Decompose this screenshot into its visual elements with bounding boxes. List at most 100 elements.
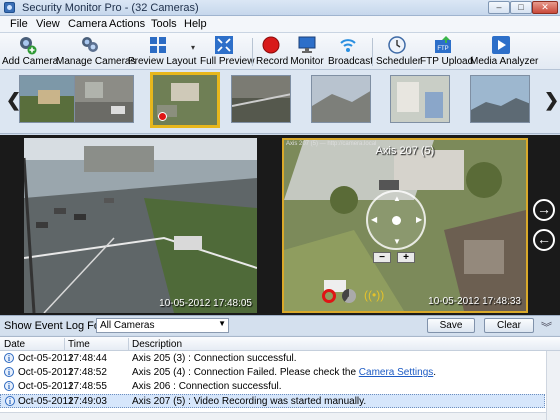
maximize-button[interactable]: □ bbox=[510, 1, 532, 14]
column-header-description[interactable]: Description bbox=[132, 339, 182, 350]
menu-file[interactable]: File bbox=[7, 18, 31, 30]
row-time: 17:48:44 bbox=[68, 353, 107, 364]
record-label: Record bbox=[256, 56, 289, 67]
thumbnail-image bbox=[312, 76, 370, 122]
row-description-text: Axis 205 (4) : Connection Failed. Please… bbox=[132, 367, 359, 378]
camera-thumbnail[interactable] bbox=[470, 75, 530, 123]
row-description: Axis 207 (5) : Video Recording was start… bbox=[132, 396, 367, 407]
thumbnails-next-icon[interactable]: ❯ bbox=[544, 90, 559, 110]
save-log-button[interactable]: Save bbox=[427, 318, 475, 333]
row-date: Oct-05-2012 bbox=[18, 353, 74, 364]
next-camera-icon[interactable]: → bbox=[533, 199, 555, 221]
broadcast-status-icon[interactable]: ((•)) bbox=[364, 288, 384, 304]
camera-view-right-active[interactable]: Axis 207 (5) — http://camera.local Axis … bbox=[282, 138, 528, 313]
menu-camera[interactable]: Camera bbox=[65, 18, 110, 30]
menu-tools[interactable]: Tools bbox=[148, 18, 180, 30]
row-description: Axis 205 (4) : Connection Failed. Please… bbox=[132, 367, 436, 378]
collapse-panel-icon[interactable]: ︾ bbox=[541, 319, 552, 335]
row-date: Oct-05-2012 bbox=[18, 381, 74, 392]
scheduler-button[interactable]: Scheduler bbox=[376, 35, 422, 69]
clear-log-button[interactable]: Clear bbox=[484, 318, 534, 333]
monitor-label: Monitor bbox=[290, 56, 324, 67]
record-button[interactable]: Record bbox=[256, 35, 289, 69]
menu-view[interactable]: View bbox=[33, 18, 63, 30]
scheduler-label: Scheduler bbox=[376, 56, 422, 67]
thumbnail-image bbox=[471, 76, 529, 122]
event-log-filter-select[interactable]: All Cameras ▼ bbox=[96, 318, 229, 333]
column-divider[interactable] bbox=[128, 338, 129, 350]
add-camera-button[interactable]: Add Camera bbox=[2, 35, 58, 69]
camera-view-left[interactable]: 10-05-2012 17:48:05 bbox=[24, 138, 257, 313]
camera-feed-image bbox=[24, 138, 257, 313]
media-analyzer-button[interactable]: Media Analyzer bbox=[470, 35, 539, 69]
info-icon: i bbox=[4, 381, 14, 391]
record-icon bbox=[262, 36, 280, 54]
broadcast-button[interactable]: Broadcast bbox=[328, 35, 374, 69]
table-row[interactable]: i Oct-05-2012 17:48:52 Axis 205 (4) : Co… bbox=[0, 366, 545, 380]
toolbar: Add Camera Manage Cameras Preview Layout… bbox=[0, 33, 560, 70]
clock-icon bbox=[388, 36, 406, 54]
camera-thumbnail[interactable] bbox=[231, 75, 291, 123]
preview-layout-label: Preview Layout bbox=[128, 56, 197, 67]
ftp-upload-button[interactable]: FTP FTP Upload bbox=[420, 35, 474, 69]
camera-thumbnail-selected[interactable] bbox=[150, 72, 220, 128]
manage-cameras-button[interactable]: Manage Cameras bbox=[56, 35, 136, 69]
camera-thumbnail[interactable] bbox=[311, 75, 371, 123]
camera-timestamp: 10-05-2012 17:48:05 bbox=[159, 298, 252, 309]
manage-cameras-label: Manage Cameras bbox=[56, 56, 136, 67]
camera-view-area: 10-05-2012 17:48:05 Axis 207 (5) — http:… bbox=[0, 135, 560, 315]
ptz-right-icon[interactable]: ▶ bbox=[416, 215, 422, 224]
fullscreen-icon bbox=[215, 36, 233, 54]
ftp-upload-label: FTP Upload bbox=[420, 56, 474, 67]
menu-help[interactable]: Help bbox=[181, 18, 210, 30]
ptz-center-icon[interactable] bbox=[392, 216, 401, 225]
horizontal-scrollbar[interactable] bbox=[0, 412, 546, 420]
vertical-scrollbar[interactable] bbox=[546, 351, 560, 420]
camera-thumbnail[interactable] bbox=[74, 75, 134, 123]
table-row[interactable]: i Oct-05-2012 17:48:55 Axis 206 : Connec… bbox=[0, 380, 545, 394]
media-analyzer-label: Media Analyzer bbox=[470, 56, 539, 67]
column-header-time[interactable]: Time bbox=[68, 339, 90, 350]
broadcast-icon bbox=[340, 39, 356, 52]
play-icon bbox=[492, 36, 510, 54]
row-description: Axis 205 (3) : Connection successful. bbox=[132, 353, 297, 364]
ftp-icon: FTP bbox=[435, 36, 451, 53]
camera-thumbnail[interactable] bbox=[390, 75, 450, 123]
table-row-selected[interactable]: i Oct-05-2012 17:49:03 Axis 207 (5) : Vi… bbox=[0, 394, 545, 408]
window-title: Security Monitor Pro - (32 Cameras) bbox=[22, 2, 199, 14]
ptz-down-icon[interactable]: ▼ bbox=[393, 237, 401, 246]
previous-camera-icon[interactable]: ← bbox=[533, 229, 555, 251]
row-time: 17:48:52 bbox=[68, 367, 107, 378]
menu-actions[interactable]: Actions bbox=[106, 18, 148, 30]
ptz-up-icon[interactable]: ▲ bbox=[393, 194, 401, 203]
chevron-down-icon: ▼ bbox=[218, 319, 226, 328]
column-header-date[interactable]: Date bbox=[4, 339, 25, 350]
preview-layout-dropdown-icon[interactable]: ▾ bbox=[191, 43, 195, 52]
camera-settings-link[interactable]: Camera Settings bbox=[359, 367, 433, 378]
toolbar-separator bbox=[252, 38, 253, 66]
layout-grid-icon bbox=[150, 37, 166, 53]
toolbar-separator bbox=[372, 38, 373, 66]
camera-timestamp: 10-05-2012 17:48:33 bbox=[428, 296, 521, 307]
full-preview-button[interactable]: Full Preview bbox=[200, 35, 254, 69]
row-time: 17:49:03 bbox=[68, 396, 107, 407]
record-toggle-icon[interactable] bbox=[322, 289, 336, 303]
zoom-out-button[interactable]: − bbox=[373, 252, 391, 263]
camera-thumbnail[interactable] bbox=[19, 75, 79, 123]
table-row[interactable]: i Oct-05-2012 17:48:44 Axis 205 (3) : Co… bbox=[0, 352, 545, 366]
column-divider[interactable] bbox=[64, 338, 65, 350]
broadcast-label: Broadcast bbox=[328, 56, 374, 67]
ptz-control[interactable]: ▲ ▼ ◀ ▶ bbox=[366, 190, 426, 250]
minimize-button[interactable]: – bbox=[488, 1, 510, 14]
ptz-left-icon[interactable]: ◀ bbox=[371, 215, 377, 224]
camera-name-label: Axis 207 (5) bbox=[375, 145, 435, 157]
monitor-icon bbox=[298, 36, 316, 53]
zoom-in-button[interactable]: + bbox=[397, 252, 415, 263]
monitor-button[interactable]: Monitor bbox=[290, 35, 324, 69]
title-bar: Security Monitor Pro - (32 Cameras) – □ … bbox=[0, 0, 560, 16]
close-button[interactable]: ✕ bbox=[532, 1, 558, 14]
row-date: Oct-05-2012 bbox=[18, 396, 74, 407]
svg-text:FTP: FTP bbox=[437, 46, 448, 52]
preview-layout-button[interactable]: Preview Layout bbox=[128, 35, 197, 69]
event-log-filter-value: All Cameras bbox=[100, 320, 155, 331]
